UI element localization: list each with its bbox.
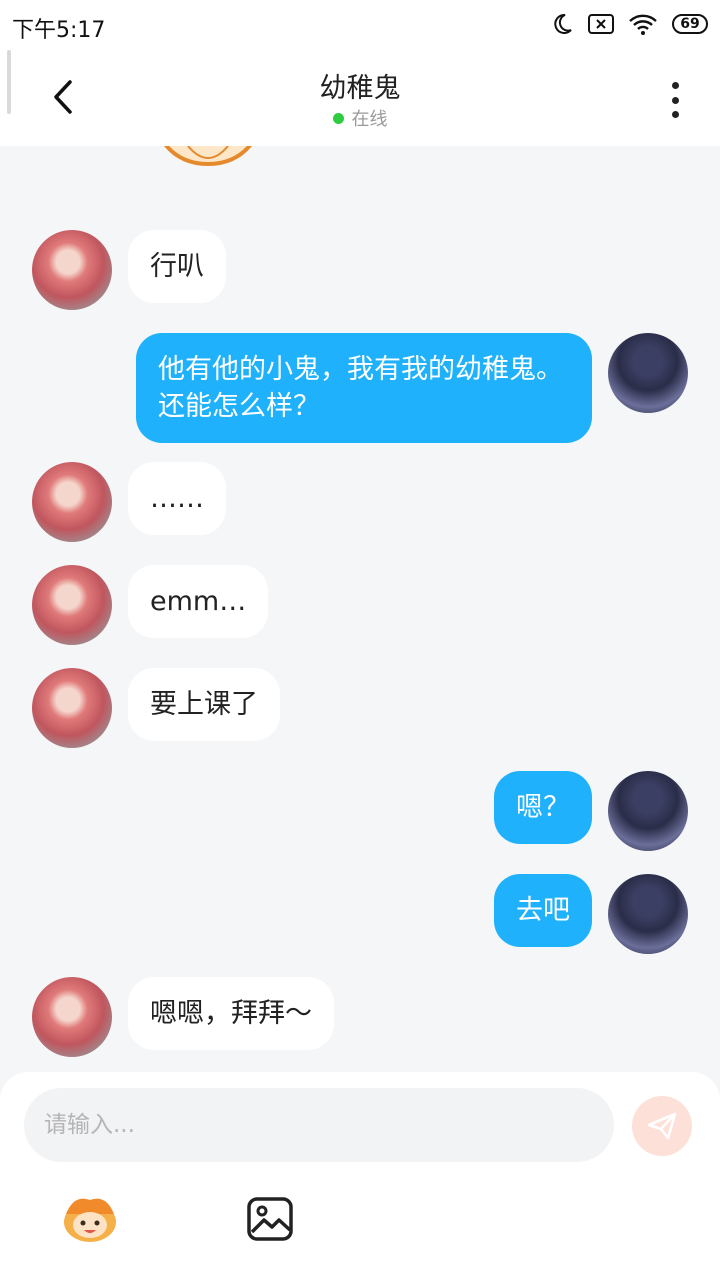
message-received: 行叭 xyxy=(32,230,226,310)
image-icon[interactable] xyxy=(246,1196,294,1242)
message-received: emm… xyxy=(32,565,269,645)
status-icons: 69 xyxy=(550,12,708,36)
online-status: 在线 xyxy=(0,105,720,131)
more-options-button[interactable] xyxy=(660,78,690,122)
message-input[interactable] xyxy=(24,1088,614,1162)
message-bubble[interactable]: 行叭 xyxy=(128,230,226,303)
contact-name: 幼稚鬼 xyxy=(319,73,401,104)
status-bar: 下午5:17 69 xyxy=(0,0,720,50)
more-dot xyxy=(671,111,679,118)
chat-message-list[interactable]: 行叭 他有他的小鬼，我有我的幼稚鬼。还能怎么样？ …… emm… 要上课了 嗯？… xyxy=(0,146,720,1072)
contact-avatar[interactable] xyxy=(32,230,112,310)
notification-x-icon xyxy=(588,13,614,35)
user-avatar[interactable] xyxy=(608,771,688,851)
chat-header: 幼稚鬼 在线 xyxy=(0,50,720,146)
send-button[interactable] xyxy=(632,1096,692,1156)
moon-icon xyxy=(550,12,574,36)
message-bubble[interactable]: 嗯？ xyxy=(494,771,592,844)
contact-avatar[interactable] xyxy=(32,462,112,542)
contact-avatar[interactable] xyxy=(32,668,112,748)
send-icon xyxy=(647,1112,677,1140)
message-bubble[interactable]: emm… xyxy=(128,565,269,638)
contact-avatar[interactable] xyxy=(32,977,112,1057)
message-bubble[interactable]: 他有他的小鬼，我有我的幼稚鬼。还能怎么样？ xyxy=(136,333,592,443)
online-dot-icon xyxy=(332,112,344,124)
message-received: …… xyxy=(32,462,226,542)
sticker-image xyxy=(163,146,253,167)
message-bubble[interactable]: …… xyxy=(128,462,226,535)
wifi-icon xyxy=(628,12,658,36)
more-dot xyxy=(671,96,679,104)
message-received: 要上课了 xyxy=(32,668,280,748)
message-bubble[interactable]: 嗯嗯，拜拜～ xyxy=(128,977,334,1050)
message-bubble[interactable]: 要上课了 xyxy=(128,668,280,741)
status-time: 下午5:17 xyxy=(12,18,106,43)
message-received: 嗯嗯，拜拜～ xyxy=(32,977,334,1057)
contact-avatar[interactable] xyxy=(32,565,112,645)
message-bubble[interactable]: 去吧 xyxy=(494,874,592,947)
more-vertical-icon xyxy=(671,82,679,89)
user-avatar[interactable] xyxy=(608,874,688,954)
message-sent: 嗯？ xyxy=(494,771,688,851)
online-status-label: 在线 xyxy=(351,109,388,130)
emoji-icon[interactable] xyxy=(60,1192,120,1244)
message-sent: 他有他的小鬼，我有我的幼稚鬼。还能怎么样？ xyxy=(136,333,688,443)
input-panel xyxy=(0,1072,720,1280)
user-avatar[interactable] xyxy=(608,333,688,413)
message-sent: 去吧 xyxy=(494,874,688,954)
battery-icon: 69 xyxy=(672,14,708,34)
